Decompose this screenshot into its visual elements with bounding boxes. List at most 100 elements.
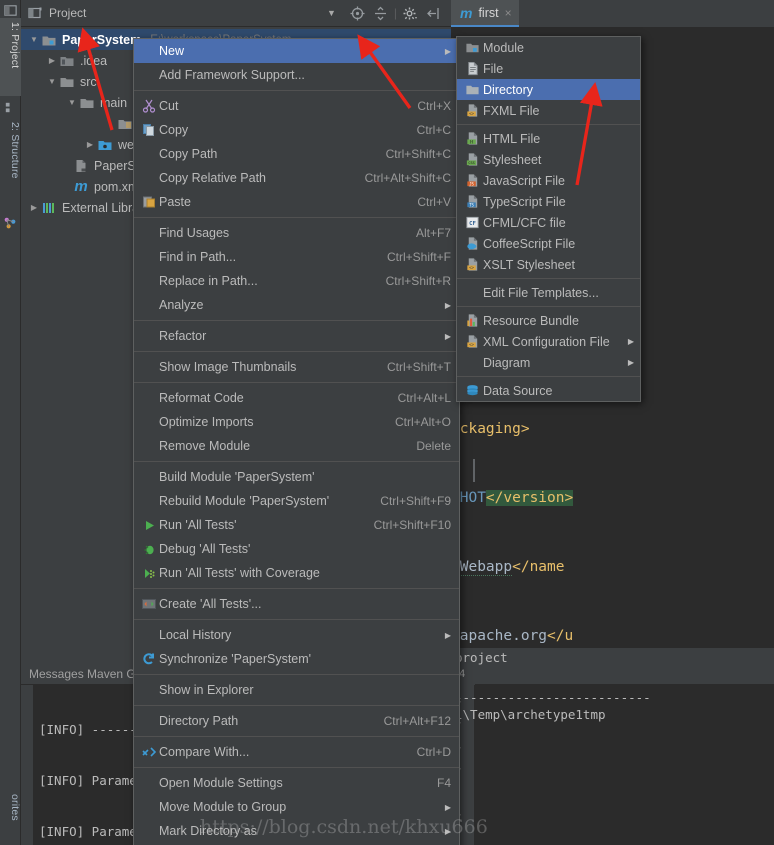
menu-item-paste[interactable]: Paste Ctrl+V: [134, 190, 459, 214]
submenu-item-module[interactable]: Module: [457, 37, 640, 58]
project-context-menu[interactable]: New ▶ Add Framework Support... Cut Ctrl+…: [133, 38, 460, 845]
debug-icon: [139, 543, 159, 556]
menu-separator: [134, 736, 459, 737]
resource-bundle-icon: [461, 313, 483, 328]
expand-arrow-icon[interactable]: [27, 35, 41, 44]
menu-item-copy-relative-path[interactable]: Copy Relative Path Ctrl+Alt+Shift+C: [134, 166, 459, 190]
chevron-right-icon: ▶: [444, 331, 451, 341]
submenu-item-data-source[interactable]: Data Source: [457, 380, 640, 401]
rail-tab-project[interactable]: 1: Project: [0, 18, 21, 96]
menu-item-remove-module[interactable]: Remove Module Delete: [134, 434, 459, 458]
menu-item-compare-with[interactable]: Compare With... Ctrl+D: [134, 740, 459, 764]
menu-item-run-with-coverage[interactable]: Run 'All Tests' with Coverage: [134, 561, 459, 585]
locate-icon[interactable]: [349, 5, 366, 22]
menu-item-open-module-settings[interactable]: Open Module Settings F4: [134, 771, 459, 795]
folder-icon: [80, 98, 94, 108]
create-config-icon: [139, 598, 159, 611]
structure-rail-icon: [5, 102, 10, 113]
submenu-item-file[interactable]: File: [457, 58, 640, 79]
submenu-item-label: XSLT Stylesheet: [483, 257, 575, 272]
submenu-item-directory[interactable]: Directory: [457, 79, 640, 100]
submenu-item-label: Module: [483, 40, 524, 55]
coverage-icon: [139, 567, 159, 580]
menu-separator: [134, 588, 459, 589]
menu-item-find-in-path[interactable]: Find in Path... Ctrl+Shift+F: [134, 245, 459, 269]
expand-arrow-icon[interactable]: [45, 77, 59, 86]
submenu-item-edit-file-templates[interactable]: Edit File Templates...: [457, 282, 640, 303]
menu-item-shortcut: Ctrl+Shift+F9: [380, 494, 451, 508]
menu-item-replace-in-path[interactable]: Replace in Path... Ctrl+Shift+R: [134, 269, 459, 293]
menu-item-analyze[interactable]: Analyze ▶: [134, 293, 459, 317]
menu-separator: [134, 320, 459, 321]
submenu-item-cfml-file[interactable]: CF CFML/CFC file: [457, 212, 640, 233]
menu-item-directory-path[interactable]: Directory Path Ctrl+Alt+F12: [134, 709, 459, 733]
menu-item-optimize-imports[interactable]: Optimize Imports Ctrl+Alt+O: [134, 410, 459, 434]
menu-item-cut[interactable]: Cut Ctrl+X: [134, 94, 459, 118]
submenu-item-fxml-file[interactable]: <> FXML File: [457, 100, 640, 121]
menu-item-build-module[interactable]: Build Module 'PaperSystem': [134, 465, 459, 489]
menu-item-debug-all-tests[interactable]: Debug 'All Tests': [134, 537, 459, 561]
menu-item-copy-path[interactable]: Copy Path Ctrl+Shift+C: [134, 142, 459, 166]
menu-item-rebuild-module[interactable]: Rebuild Module 'PaperSystem' Ctrl+Shift+…: [134, 489, 459, 513]
submenu-item-resource-bundle[interactable]: Resource Bundle: [457, 310, 640, 331]
menu-item-new[interactable]: New ▶: [134, 39, 459, 63]
menu-item-local-history[interactable]: Local History ▶: [134, 623, 459, 647]
submenu-item-diagram[interactable]: Diagram ▶: [457, 352, 640, 373]
new-submenu[interactable]: Module File Directory <> FXML File H HTM…: [456, 36, 641, 402]
menu-item-label: Add Framework Support...: [159, 68, 305, 82]
submenu-item-label: CFML/CFC file: [483, 215, 566, 230]
menu-item-label: Cut: [159, 99, 179, 113]
xslt-file-icon: <>: [461, 257, 483, 272]
menu-item-label: Remove Module: [159, 439, 251, 453]
menu-item-label: Copy Relative Path: [159, 171, 267, 185]
menu-item-reformat-code[interactable]: Reformat Code Ctrl+Alt+L: [134, 386, 459, 410]
submenu-item-typescript-file[interactable]: TS TypeScript File: [457, 191, 640, 212]
menu-item-find-usages[interactable]: Find Usages Alt+F7: [134, 221, 459, 245]
menu-item-synchronize[interactable]: Synchronize 'PaperSystem': [134, 647, 459, 671]
expand-arrow-icon[interactable]: [65, 98, 79, 107]
menu-item-add-framework-support[interactable]: Add Framework Support...: [134, 63, 459, 87]
cfml-file-icon: CF: [461, 215, 483, 230]
submenu-item-html-file[interactable]: H HTML File: [457, 128, 640, 149]
rail-tab-favorites[interactable]: orites: [0, 790, 21, 845]
directory-icon: [461, 82, 483, 97]
submenu-item-label: Edit File Templates...: [483, 285, 599, 300]
submenu-item-stylesheet[interactable]: CSS Stylesheet: [457, 149, 640, 170]
submenu-item-xml-configuration-file[interactable]: <> XML Configuration File ▶: [457, 331, 640, 352]
menu-item-copy[interactable]: Copy Ctrl+C: [134, 118, 459, 142]
menu-separator: [134, 767, 459, 768]
rail-tab-structure[interactable]: 2: Structure: [0, 118, 21, 213]
submenu-item-xslt-stylesheet[interactable]: <> XSLT Stylesheet: [457, 254, 640, 275]
expand-arrow-icon[interactable]: [45, 56, 59, 65]
collapse-all-icon[interactable]: [372, 5, 389, 22]
submenu-item-javascript-file[interactable]: JS JavaScript File: [457, 170, 640, 191]
code-line: Webapp: [451, 559, 513, 576]
menu-item-shortcut: Ctrl+Shift+C: [385, 147, 451, 161]
menu-item-show-in-explorer[interactable]: Show in Explorer: [134, 678, 459, 702]
menu-item-refactor[interactable]: Refactor ▶: [134, 324, 459, 348]
gear-icon[interactable]: [402, 5, 419, 22]
menu-item-label: Synchronize 'PaperSystem': [159, 652, 312, 666]
chevron-right-icon: ▶: [444, 46, 451, 56]
expand-arrow-icon[interactable]: [27, 203, 41, 212]
menu-item-run-all-tests[interactable]: Run 'All Tests' Ctrl+Shift+F10: [134, 513, 459, 537]
menu-item-label: Replace in Path...: [159, 274, 258, 288]
hide-icon[interactable]: [425, 5, 442, 22]
menu-item-label: Rebuild Module 'PaperSystem': [159, 494, 330, 508]
menu-item-label: Find Usages: [159, 226, 230, 240]
chevron-down-icon[interactable]: ▼: [327, 8, 336, 18]
menu-item-label: Refactor: [159, 329, 207, 343]
svg-text:TS: TS: [469, 202, 474, 207]
expand-arrow-icon[interactable]: [83, 140, 97, 149]
close-icon[interactable]: ×: [505, 6, 512, 20]
svg-text:<>: <>: [469, 111, 474, 116]
submenu-item-coffeescript-file[interactable]: CoffeeScript File: [457, 233, 640, 254]
menu-item-shortcut: Ctrl+Shift+R: [385, 274, 451, 288]
editor-tab-first[interactable]: m first ×: [451, 0, 519, 27]
tree-node-label: PaperSystem: [62, 32, 142, 47]
submenu-item-label: HTML File: [483, 131, 541, 146]
menu-item-show-image-thumbnails[interactable]: Show Image Thumbnails Ctrl+Shift+T: [134, 355, 459, 379]
menu-item-create-all-tests[interactable]: Create 'All Tests'...: [134, 592, 459, 616]
chevron-right-icon: ▶: [444, 802, 451, 812]
menu-separator: [134, 674, 459, 675]
